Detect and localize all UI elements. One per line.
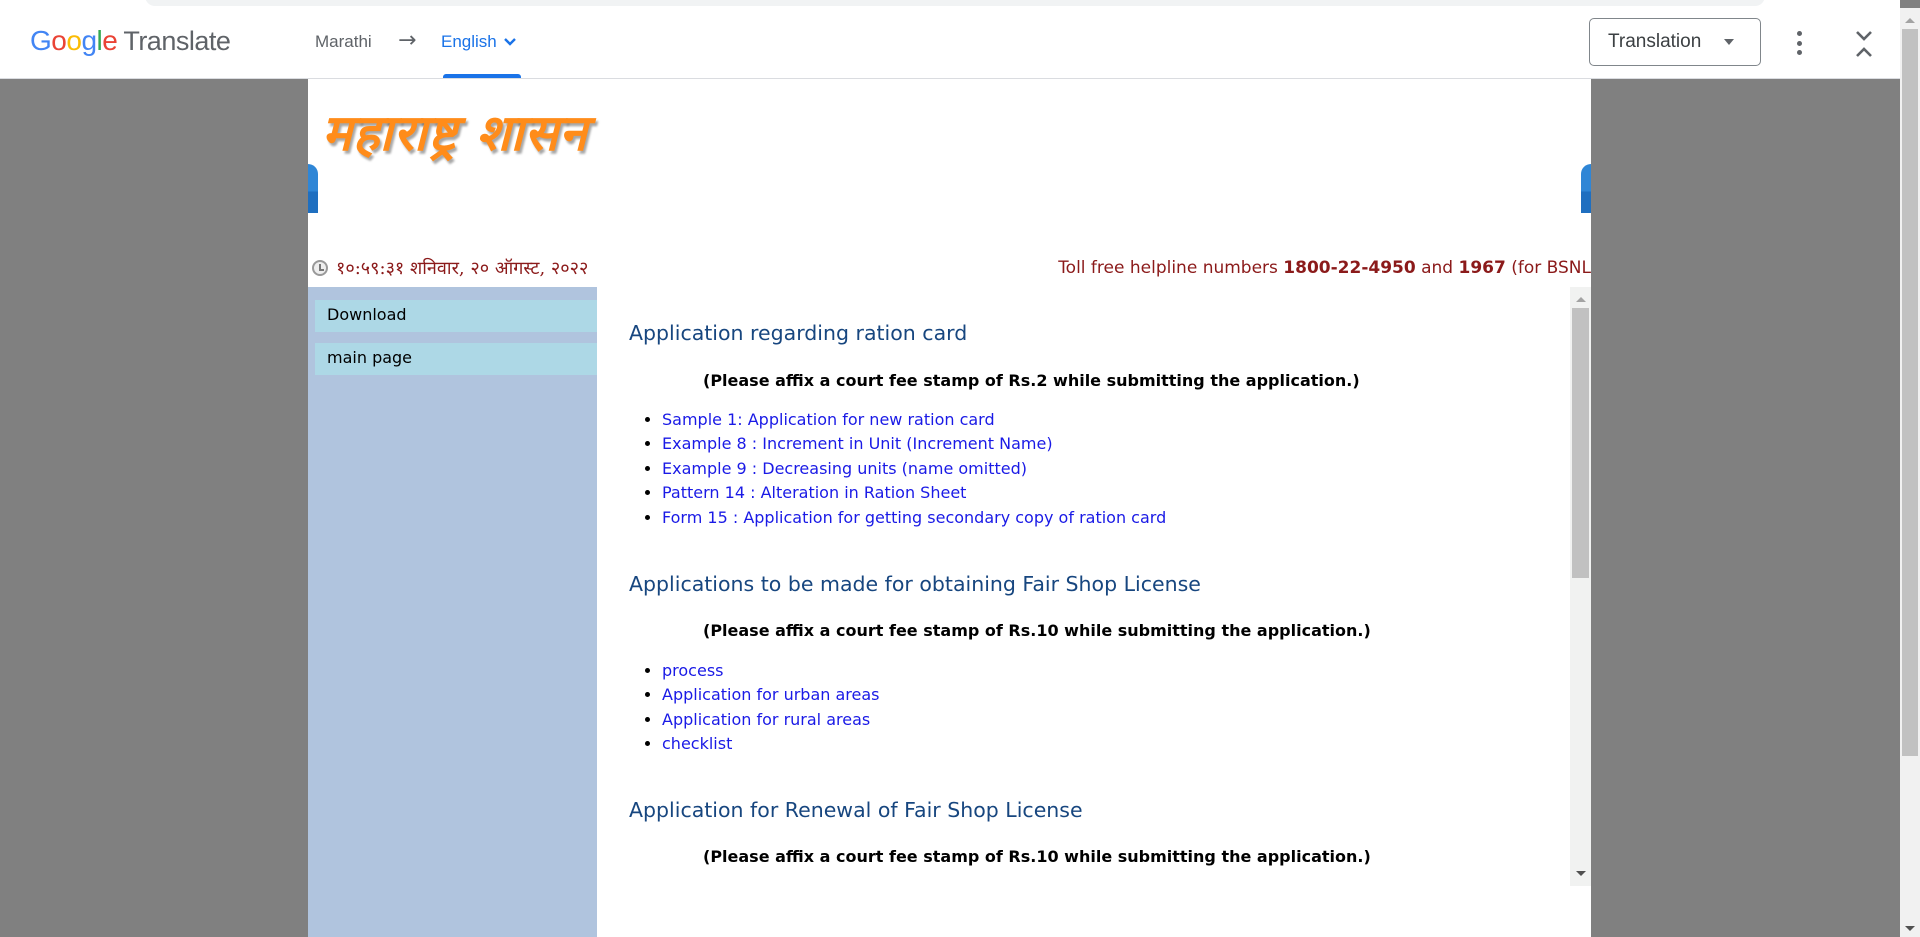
site-title: महाराष्ट्र शासन	[322, 103, 588, 162]
list-item: process	[662, 659, 880, 683]
section-title: Application for Renewal of Fair Shop Lic…	[629, 798, 1083, 822]
form-link[interactable]: Example 9 : Decreasing units (name omitt…	[662, 459, 1027, 478]
banner-tab-left	[308, 164, 318, 213]
dropdown-caret-icon	[1724, 39, 1734, 45]
form-link[interactable]: Pattern 14 : Alteration in Ration Sheet	[662, 483, 966, 502]
form-link[interactable]: checklist	[662, 734, 732, 753]
sidebar: Download main page	[308, 287, 597, 937]
sidebar-item-download[interactable]: Download	[315, 300, 597, 332]
scroll-up-arrow-icon[interactable]	[1576, 297, 1586, 302]
banner-tab-right	[1581, 164, 1591, 213]
section-note: (Please affix a court fee stamp of Rs.10…	[703, 621, 1371, 640]
section-link-list: process	[629, 879, 723, 886]
collapse-button[interactable]	[1850, 28, 1878, 62]
google-translate-logo[interactable]: Google Translate	[30, 25, 231, 57]
active-tab-indicator	[443, 74, 521, 78]
page-scrollbar[interactable]	[1900, 8, 1920, 937]
section-link-list: Sample 1: Application for new ration car…	[629, 408, 1166, 530]
list-item: Application for urban areas	[662, 683, 880, 707]
helpline-middle: and	[1415, 258, 1459, 278]
logo-letter: e	[102, 25, 118, 56]
logo-letter: G	[30, 25, 52, 56]
source-language-tab[interactable]: Marathi	[315, 32, 372, 52]
datetime-text: १०:५९:३१ शनिवार, २० ऑगस्ट, २०२२	[336, 258, 589, 279]
translation-mode-select[interactable]: Translation	[1589, 18, 1761, 66]
list-item: Pattern 14 : Alteration in Ration Sheet	[662, 481, 1166, 505]
helpline-prefix: Toll free helpline numbers	[1058, 258, 1284, 278]
kebab-dot-icon	[1796, 40, 1802, 46]
section-title: Application regarding ration card	[629, 321, 968, 345]
kebab-dot-icon	[1796, 50, 1802, 55]
form-link[interactable]: Application for urban areas	[662, 685, 880, 704]
logo-letter: g	[81, 25, 97, 56]
logo-letter: o	[66, 25, 82, 56]
more-options-button[interactable]	[1790, 28, 1808, 58]
list-item: process	[662, 879, 723, 886]
form-link[interactable]: Application for rural areas	[662, 710, 870, 729]
kebab-dot-icon	[1796, 31, 1802, 36]
clock-icon	[312, 260, 328, 276]
section-note: (Please affix a court fee stamp of Rs.2 …	[703, 371, 1360, 390]
form-link[interactable]: Example 8 : Increment in Unit (Increment…	[662, 434, 1053, 453]
chevron-down-icon	[503, 38, 516, 46]
datetime-display: १०:५९:३१ शनिवार, २० ऑगस्ट, २०२२	[312, 256, 588, 280]
target-language-tab[interactable]: English	[441, 32, 517, 52]
helpline-number: 1800-22-4950	[1283, 258, 1416, 278]
chevron-up-icon	[1856, 47, 1872, 57]
list-item: Application for rural areas	[662, 708, 880, 732]
list-item: Example 9 : Decreasing units (name omitt…	[662, 457, 1166, 481]
translated-webpage: महाराष्ट्र शासन १०:५९:३१ शनिवार, २० ऑगस्…	[308, 79, 1591, 937]
form-link[interactable]: Form 15 : Application for getting second…	[662, 508, 1166, 527]
scroll-up-arrow-icon[interactable]	[1905, 18, 1915, 23]
section-link-list: process Application for urban areas Appl…	[629, 659, 880, 757]
chevron-down-icon	[1856, 31, 1872, 41]
list-item: Example 8 : Increment in Unit (Increment…	[662, 432, 1166, 456]
list-item: Form 15 : Application for getting second…	[662, 506, 1166, 530]
form-link[interactable]: Sample 1: Application for new ration car…	[662, 410, 995, 429]
browser-address-bar-edge	[145, 0, 1765, 6]
scrollbar-thumb[interactable]	[1902, 29, 1918, 756]
scroll-down-arrow-icon[interactable]	[1905, 926, 1915, 931]
logo-product-name: Translate	[123, 26, 231, 56]
content-scrollbar[interactable]	[1570, 287, 1591, 886]
google-translate-bar: Google Translate Marathi → English Trans…	[0, 8, 1900, 79]
scroll-down-arrow-icon[interactable]	[1576, 871, 1586, 876]
list-item: checklist	[662, 732, 880, 756]
section-note: (Please affix a court fee stamp of Rs.10…	[703, 847, 1371, 866]
logo-letter: o	[51, 25, 67, 56]
form-link[interactable]: process	[662, 881, 723, 886]
sidebar-item-main-page[interactable]: main page	[315, 343, 597, 375]
list-item: Sample 1: Application for new ration car…	[662, 408, 1166, 432]
helpline-suffix: (for BSNL	[1505, 258, 1591, 278]
section-title: Applications to be made for obtaining Fa…	[629, 572, 1201, 596]
helpline-number: 1967	[1458, 258, 1506, 278]
scrollbar-thumb[interactable]	[1572, 308, 1589, 578]
form-link[interactable]: process	[662, 661, 723, 680]
helpline-marquee: Toll free helpline numbers 1800-22-4950 …	[1058, 258, 1591, 278]
content-frame[interactable]: Application regarding ration card (Pleas…	[597, 287, 1570, 886]
translate-direction-arrow-icon: →	[398, 28, 417, 53]
translation-mode-value: Translation	[1608, 31, 1702, 52]
target-language-label: English	[441, 32, 497, 51]
